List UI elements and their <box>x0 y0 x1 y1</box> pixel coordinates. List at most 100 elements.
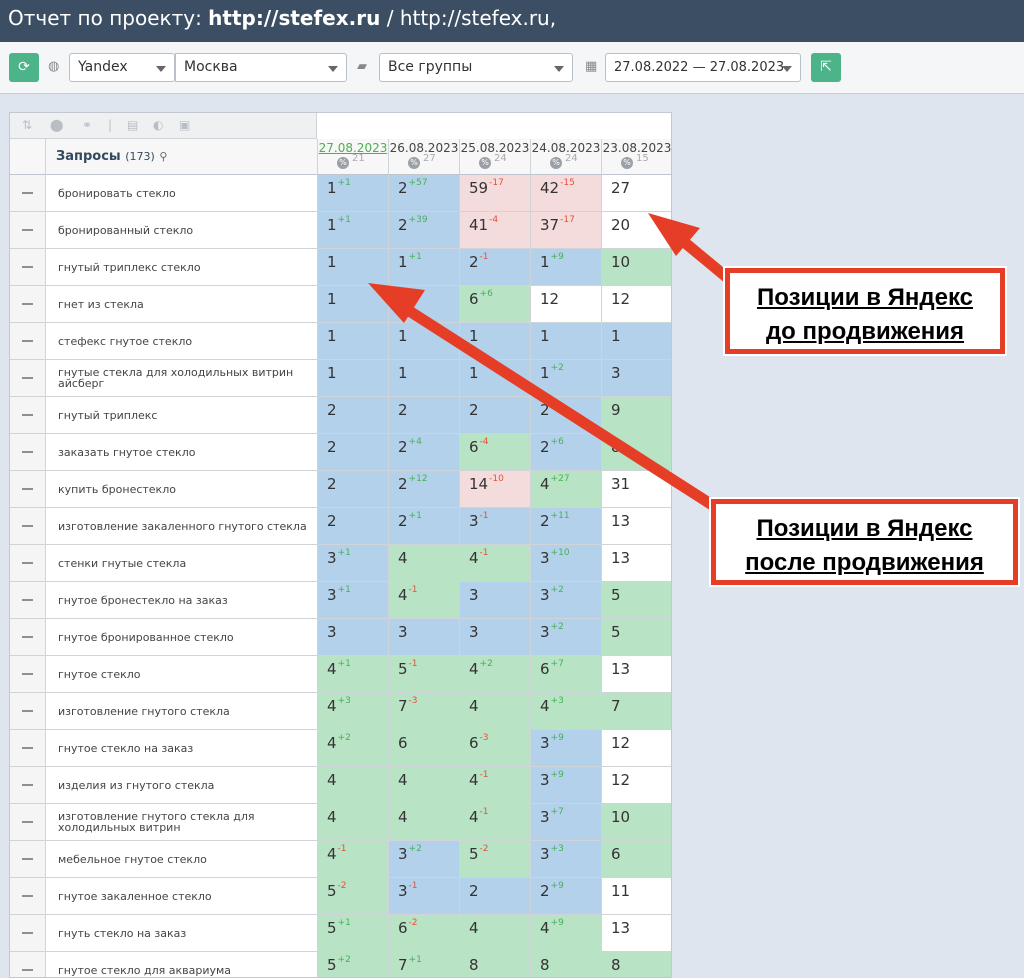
table-icon[interactable]: ▤ <box>127 118 138 132</box>
table-row: гнутое бронестекло на заказ 3+1 4-1 3 3+2 5 <box>10 582 671 619</box>
row-collapse-toggle[interactable] <box>10 360 46 396</box>
row-collapse-toggle[interactable] <box>10 915 46 951</box>
search-icon[interactable]: ⚲ <box>159 150 167 163</box>
position-value: 2 <box>398 512 408 530</box>
row-collapse-toggle[interactable] <box>10 730 46 766</box>
row-collapse-toggle[interactable] <box>10 175 46 211</box>
percent-icon: % <box>337 157 349 169</box>
position-delta: -4 <box>489 215 499 225</box>
position-cell: 4+3 <box>317 693 388 729</box>
position-value: 3 <box>327 586 337 604</box>
row-collapse-toggle[interactable] <box>10 545 46 581</box>
position-cell: 7 <box>601 693 671 729</box>
query-label: стефекс гнутое стекло <box>58 334 193 348</box>
row-collapse-toggle[interactable] <box>10 434 46 470</box>
row-collapse-toggle[interactable] <box>10 767 46 803</box>
position-delta: -1 <box>408 881 418 891</box>
position-value: 3 <box>327 623 337 641</box>
export-button[interactable]: ⇱ <box>811 53 841 82</box>
position-cell: 2 <box>317 508 388 544</box>
position-value: 4 <box>540 697 550 715</box>
position-cell: 5+2 <box>317 952 388 977</box>
date-column-header[interactable]: 27.08.2023% 21 <box>317 139 388 175</box>
row-collapse-toggle[interactable] <box>10 841 46 877</box>
position-delta: -1 <box>479 770 489 780</box>
row-collapse-toggle[interactable] <box>10 952 46 977</box>
row-collapse-toggle[interactable] <box>10 212 46 248</box>
date-column-header[interactable]: 26.08.2023% 27 <box>388 139 459 175</box>
table-row: гнутое стекло для аквариума 5+2 7+1 8 8 8 <box>10 952 671 977</box>
date-column-header[interactable]: 25.08.2023% 24 <box>459 139 530 175</box>
engine-select[interactable]: Yandex <box>69 53 175 82</box>
row-collapse-toggle[interactable] <box>10 656 46 692</box>
row-collapse-toggle[interactable] <box>10 397 46 433</box>
row-collapse-toggle[interactable] <box>10 582 46 618</box>
position-delta: -1 <box>479 807 489 817</box>
position-cell: 2+4 <box>388 434 459 470</box>
query-label: гнутое бронестекло на заказ <box>58 593 228 607</box>
position-delta: -17 <box>560 215 575 225</box>
position-delta: +9 <box>550 252 564 262</box>
query-text: бронированный стекло <box>58 212 308 248</box>
position-cell: 6+7 <box>530 656 601 692</box>
row-collapse-toggle[interactable] <box>10 804 46 840</box>
date-column-header[interactable]: 24.08.2023% 24 <box>530 139 601 175</box>
query-text: изготовление гнутого стекла для холодиль… <box>58 804 308 840</box>
position-cell: 1+1 <box>317 212 388 248</box>
row-collapse-toggle[interactable] <box>10 878 46 914</box>
queries-title[interactable]: Запросы (173) ⚲ <box>56 149 167 164</box>
position-value: 2 <box>398 179 408 197</box>
position-delta: -4 <box>479 437 489 447</box>
position-value: 1 <box>327 327 337 345</box>
position-value: 1 <box>540 327 550 345</box>
row-collapse-toggle[interactable] <box>10 619 46 655</box>
link-icon[interactable]: ⚭ <box>82 118 92 132</box>
callout-before-line2: до продвижения <box>765 318 965 345</box>
position-value: 4 <box>327 660 337 678</box>
position-value: 3 <box>469 512 479 530</box>
position-cell: 5 <box>601 619 671 655</box>
image-icon[interactable]: ▣ <box>179 118 190 132</box>
percent-icon: % <box>621 157 633 169</box>
position-cell: 6-2 <box>388 915 459 951</box>
row-collapse-toggle[interactable] <box>10 508 46 544</box>
refresh-button[interactable]: ⟳ <box>9 53 39 82</box>
daterange-value: 27.08.2022 — 27.08.2023 <box>614 60 785 75</box>
table-row: изготовление закаленного гнутого стекла 2… <box>10 508 671 545</box>
sort-icon[interactable]: ⇅ <box>22 118 32 132</box>
row-collapse-toggle[interactable] <box>10 286 46 322</box>
position-delta: +6 <box>479 289 493 299</box>
position-value: 1 <box>327 290 337 308</box>
positions-table: ⇅ ⬤ ⚭ | ▤ ◐ ▣ Запросы (173) ⚲ 27.08.2023… <box>9 112 672 978</box>
queries-count: (173) <box>125 150 155 163</box>
daterange-select[interactable]: 27.08.2022 — 27.08.2023 <box>605 53 801 82</box>
contrast-icon[interactable]: ◐ <box>153 118 163 132</box>
position-value: 10 <box>611 808 631 826</box>
date-column-header[interactable]: 23.08.2023% 15 <box>601 139 671 175</box>
refresh-icon: ⟳ <box>18 59 30 75</box>
position-cell: 3+2 <box>530 582 601 618</box>
position-cell: 1+2 <box>530 360 601 396</box>
row-collapse-toggle[interactable] <box>10 693 46 729</box>
row-collapse-toggle[interactable] <box>10 249 46 285</box>
position-cell: 13 <box>601 656 671 692</box>
group-select[interactable]: Все группы <box>379 53 573 82</box>
position-cell: 3-1 <box>459 508 530 544</box>
toggle-icon[interactable]: ⬤ <box>50 118 63 132</box>
position-cell: 20 <box>601 212 671 248</box>
position-delta: +3 <box>337 696 351 706</box>
position-value: 27 <box>611 179 631 197</box>
position-cell: 4 <box>459 693 530 729</box>
position-value: 1 <box>398 327 408 345</box>
row-collapse-toggle[interactable] <box>10 471 46 507</box>
row-collapse-toggle[interactable] <box>10 323 46 359</box>
position-cell: 3+1 <box>317 545 388 581</box>
position-delta: +2 <box>408 844 422 854</box>
position-value: 2 <box>327 475 337 493</box>
region-select[interactable]: Москва <box>175 53 347 82</box>
table-row: изделия из гнутого стекла 4 4 4-1 3+9 12 <box>10 767 671 804</box>
position-delta: +3 <box>550 696 564 706</box>
position-value: 14 <box>469 475 489 493</box>
position-delta: +1 <box>408 511 422 521</box>
callout-before-line1: Позиции в Яндекс <box>757 284 973 311</box>
